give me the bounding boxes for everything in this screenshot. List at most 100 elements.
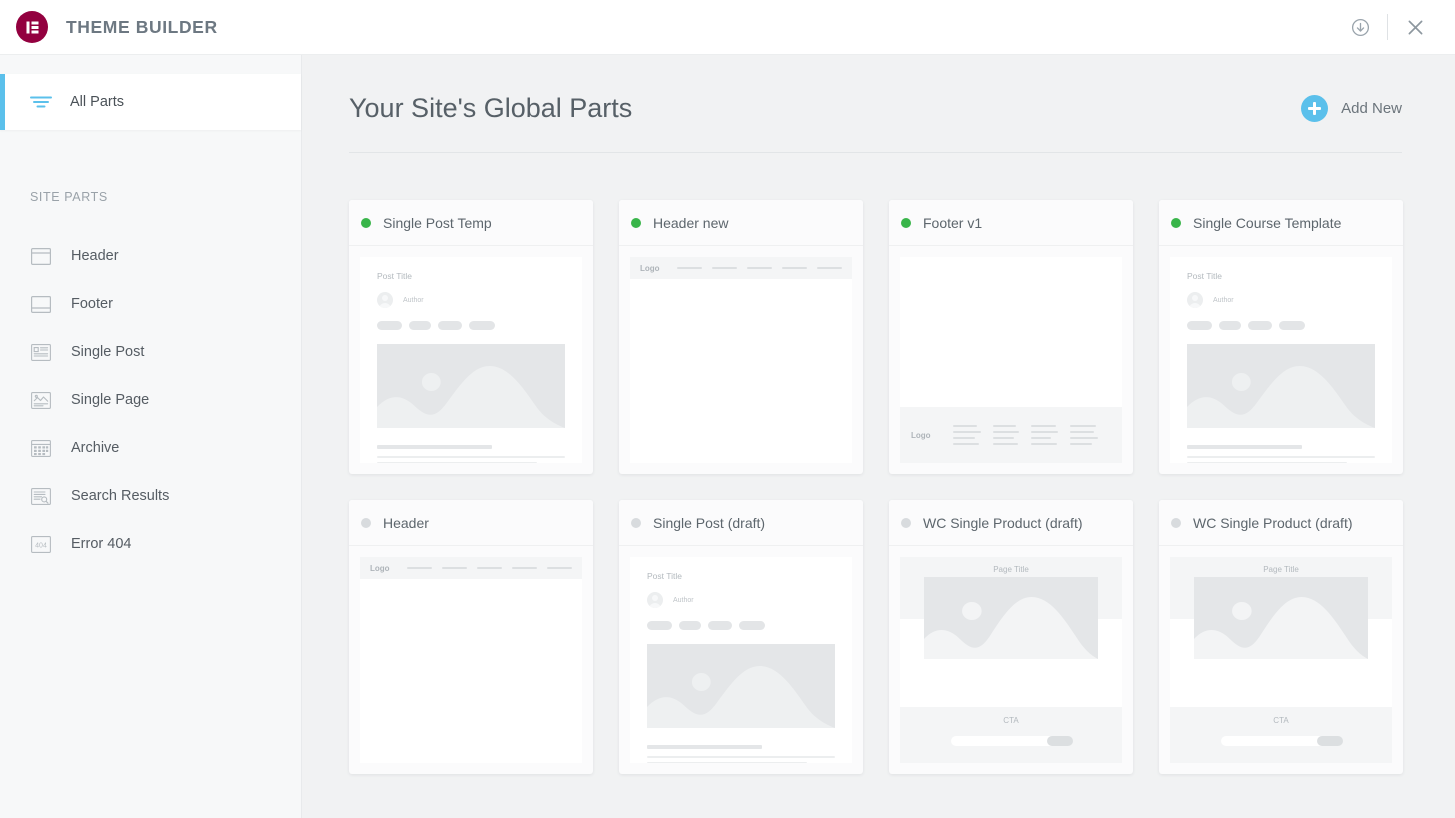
thumb-cta-button	[1047, 736, 1073, 746]
part-card[interactable]: Single Post Temp Post Title Author	[349, 200, 593, 474]
card-header: Single Course Template	[1159, 200, 1403, 246]
sidebar-item-label: Search Results	[71, 488, 170, 504]
thumb-tag-pills	[1187, 321, 1375, 330]
thumb-cta-section: CTA	[900, 707, 1122, 763]
avatar	[377, 292, 393, 308]
thumb-footer-bar: Logo	[900, 407, 1122, 463]
footer-link	[952, 442, 979, 446]
part-card[interactable]: WC Single Product (draft) Page Title CTA	[889, 500, 1133, 774]
thumb-product: Page Title CTA	[1170, 557, 1392, 763]
part-card[interactable]: WC Single Product (draft) Page Title CTA	[1159, 500, 1403, 774]
sidebar-item-label: Single Post	[71, 344, 145, 360]
app-title: THEME BUILDER	[66, 16, 218, 37]
tag-pill	[409, 321, 431, 330]
thumb-tag-pills	[647, 621, 835, 630]
brand: THEME BUILDER	[0, 11, 218, 43]
thumb-text-lines	[647, 745, 835, 763]
thumb-post: Post Title Author	[360, 257, 582, 463]
tag-pill	[647, 621, 672, 630]
thumb-cta-button	[1317, 736, 1343, 746]
thumb-cta-label: CTA	[1273, 716, 1289, 725]
part-card[interactable]: Single Course Template Post Title Author	[1159, 200, 1403, 474]
part-card[interactable]: Footer v1 Logo	[889, 200, 1133, 474]
thumb-text-lines	[377, 445, 565, 463]
card-header: WC Single Product (draft)	[1159, 500, 1403, 546]
avatar	[647, 592, 663, 608]
close-icon[interactable]	[1395, 7, 1435, 47]
thumb-post-title: Post Title	[377, 271, 412, 281]
tag-pill	[1248, 321, 1272, 330]
part-card[interactable]: Header Logo	[349, 500, 593, 774]
footer-link	[992, 424, 1016, 428]
thumb-post: Post Title Author	[630, 557, 852, 763]
circle-arrow-down-icon[interactable]	[1340, 7, 1380, 47]
footer-link	[952, 430, 981, 434]
nav-link	[546, 566, 572, 570]
thumb-post-title: Post Title	[1187, 271, 1222, 281]
thumb-cta-section: CTA	[1170, 707, 1392, 763]
card-thumbnail: Logo	[889, 246, 1133, 474]
search-results-icon	[30, 485, 52, 507]
add-new-label: Add New	[1341, 100, 1402, 117]
card-thumbnail: Page Title CTA	[1159, 546, 1403, 774]
add-new-button[interactable]: Add New	[1301, 95, 1402, 122]
sidebar-item-single-post[interactable]: Single Post	[0, 328, 301, 376]
sidebar-item-search-results[interactable]: Search Results	[0, 472, 301, 520]
nav-link	[781, 266, 807, 270]
status-dot-draft	[901, 517, 911, 528]
svg-text:404: 404	[35, 542, 47, 549]
card-thumbnail: Logo	[619, 246, 863, 474]
sidebar-item-label: Header	[71, 248, 119, 264]
tag-pill	[1187, 321, 1212, 330]
top-bar-actions	[1340, 7, 1455, 47]
sidebar-item-footer[interactable]: Footer	[0, 280, 301, 328]
nav-link	[476, 566, 502, 570]
sidebar-nav-list: Header Footer Single Post Single Page Ar…	[0, 232, 301, 568]
footer-column	[1030, 424, 1058, 446]
footer-link	[952, 424, 977, 428]
sidebar-item-label: Footer	[71, 296, 113, 312]
footer-link	[1030, 442, 1057, 446]
card-header: Single Post Temp	[349, 200, 593, 246]
part-card[interactable]: Header new Logo	[619, 200, 863, 474]
thumb-header: Logo	[630, 257, 852, 463]
thumb-tag-pills	[377, 321, 565, 330]
sidebar-item-header[interactable]: Header	[0, 232, 301, 280]
thumb-author: Author	[1213, 296, 1234, 304]
sidebar-item-archive[interactable]: Archive	[0, 424, 301, 472]
sidebar-item-single-page[interactable]: Single Page	[0, 376, 301, 424]
thumb-author: Author	[673, 596, 694, 604]
status-dot-published	[631, 217, 641, 228]
footer-link	[1069, 442, 1092, 446]
footer-column	[952, 424, 981, 446]
header-layout-icon	[30, 245, 52, 267]
footer-link	[992, 442, 1018, 446]
card-header: Footer v1	[889, 200, 1133, 246]
status-dot-published	[1171, 217, 1181, 228]
text-line	[647, 745, 762, 749]
top-bar: THEME BUILDER	[0, 0, 1455, 55]
sidebar-item-error-404[interactable]: 404 Error 404	[0, 520, 301, 568]
nav-link	[711, 266, 737, 270]
sidebar-item-all-parts[interactable]: All Parts	[0, 74, 301, 130]
status-dot-draft	[361, 517, 371, 528]
text-line	[377, 445, 492, 449]
tag-pill	[1279, 321, 1305, 330]
thumb-post: Post Title Author	[1170, 257, 1392, 463]
thumb-navbar: Logo	[360, 557, 582, 579]
sidebar: All Parts SITE PARTS Header Footer Singl…	[0, 55, 302, 818]
thumb-text-lines	[1187, 445, 1375, 463]
status-dot-draft	[1171, 517, 1181, 528]
thumb-logo: Logo	[370, 563, 390, 573]
toolbar-divider	[1387, 14, 1388, 40]
nav-link	[511, 566, 537, 570]
text-line	[1187, 462, 1347, 463]
thumb-logo: Logo	[640, 263, 660, 273]
tag-pill	[1219, 321, 1241, 330]
page-title: Your Site's Global Parts	[349, 93, 633, 123]
text-line	[1187, 456, 1375, 458]
thumb-nav-links	[676, 266, 842, 270]
error-404-icon: 404	[30, 533, 52, 555]
tag-pill	[377, 321, 402, 330]
part-card[interactable]: Single Post (draft) Post Title Author	[619, 500, 863, 774]
